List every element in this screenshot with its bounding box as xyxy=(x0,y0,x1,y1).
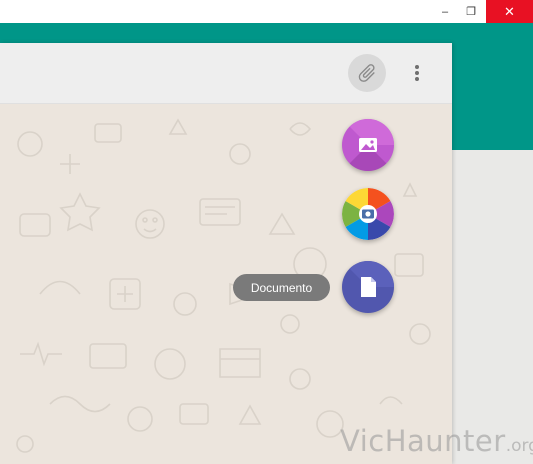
more-vertical-icon xyxy=(415,65,419,81)
chat-panel: Documento xyxy=(0,43,452,464)
minimize-button[interactable]: – xyxy=(432,0,458,23)
close-button[interactable]: ✕ xyxy=(486,0,533,23)
paperclip-icon xyxy=(358,64,375,82)
camera-icon xyxy=(342,188,394,240)
image-icon xyxy=(342,119,394,171)
attach-button[interactable] xyxy=(348,54,386,92)
watermark: VicHaunter.org xyxy=(340,424,533,458)
window-title-bar: – ❐ ✕ xyxy=(0,0,533,23)
app-background xyxy=(452,150,533,464)
document-button[interactable] xyxy=(342,261,394,313)
watermark-main: VicHaunter xyxy=(340,424,506,458)
chat-header xyxy=(0,43,452,104)
document-tooltip: Documento xyxy=(233,274,330,301)
menu-button[interactable] xyxy=(406,57,428,89)
camera-button[interactable] xyxy=(342,188,394,240)
watermark-tld: .org xyxy=(505,436,533,456)
document-icon xyxy=(342,261,394,297)
restore-button[interactable]: ❐ xyxy=(458,0,484,23)
gallery-button[interactable] xyxy=(342,119,394,171)
